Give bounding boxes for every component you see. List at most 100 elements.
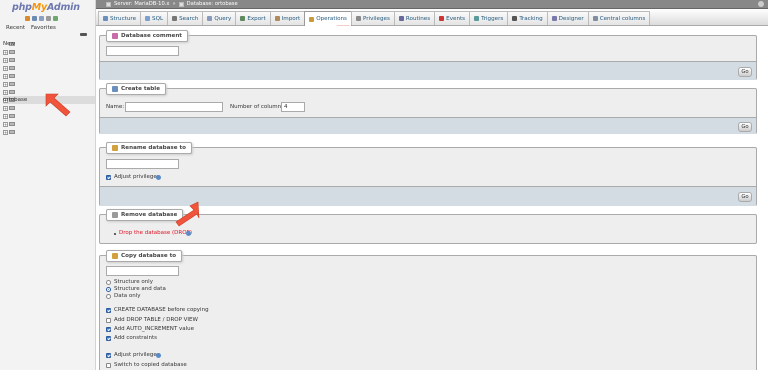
tab-search[interactable]: Search (167, 11, 204, 25)
logo-php: php (12, 2, 32, 13)
gear-icon[interactable] (758, 1, 764, 7)
data-only-label: Data only (114, 293, 141, 299)
database-icon (9, 82, 15, 86)
tab-sql[interactable]: SQL (140, 11, 169, 25)
breadcrumb-server[interactable]: Server: MariaDB-10.x (114, 1, 169, 7)
nav-tab-recent[interactable]: Recent (6, 25, 25, 31)
table-add-icon (112, 86, 118, 92)
drop-database-link[interactable]: Drop the database (DROP) (119, 230, 192, 236)
tab-tracking[interactable]: Tracking (507, 11, 548, 25)
home-icon[interactable] (25, 16, 30, 21)
tab-events[interactable]: Events (434, 11, 471, 25)
tab-central-columns[interactable]: Central columns (587, 11, 651, 25)
expand-icon[interactable]: + (3, 81, 8, 87)
database-tree: New + + + + + + + ortobase + + + + (3, 40, 95, 136)
help-icon[interactable] (156, 175, 161, 180)
go-button[interactable]: Go (738, 122, 752, 132)
pencil-icon (112, 145, 118, 151)
go-button[interactable]: Go (738, 192, 752, 202)
tree-item-db[interactable]: + (3, 56, 95, 64)
tab-query[interactable]: Query (202, 11, 237, 25)
columns-input[interactable]: 4 (281, 102, 305, 112)
add-auto-increment-label: Add AUTO_INCREMENT value (114, 326, 194, 332)
top-menu: Structure SQL Search Query Export Import Opera… (96, 9, 768, 26)
expand-icon[interactable]: + (3, 121, 8, 127)
tab-label: Privileges (362, 15, 390, 22)
create-database-checkbox[interactable] (106, 308, 111, 313)
tab-privileges[interactable]: Privileges (350, 11, 395, 25)
copy-database-section: Copy database to Structure only Structur… (99, 250, 757, 370)
copy-database-name-input[interactable] (106, 266, 179, 276)
tree-item-label: New (3, 41, 15, 47)
help-icon[interactable] (186, 231, 191, 236)
adjust-privileges-label: Adjust privileges (114, 174, 160, 180)
database-comment-input[interactable] (106, 46, 179, 56)
tab-label: Routines (405, 15, 431, 22)
expand-icon[interactable]: + (3, 57, 8, 63)
create-table-section: Create table Name: Number of columns: 4 … (99, 83, 757, 134)
tree-item-db[interactable]: + (3, 80, 95, 88)
adjust-privileges-checkbox[interactable] (106, 353, 111, 358)
section-title-label: Create table (121, 86, 161, 92)
expand-icon[interactable]: + (3, 65, 8, 71)
section-title-label: Database comment (121, 33, 182, 39)
logo-my: My (31, 2, 48, 13)
section-title: Database comment (106, 30, 188, 42)
section-title-label: Rename database to (121, 145, 187, 151)
tab-structure[interactable]: Structure (98, 11, 142, 25)
table-name-input[interactable] (125, 102, 223, 112)
database-icon (9, 114, 15, 118)
expand-icon[interactable]: + (3, 129, 8, 135)
main-content: Database comment Go Create table Name: N… (96, 26, 768, 370)
tree-item-db[interactable]: + (3, 128, 95, 136)
tab-import[interactable]: Import (269, 11, 306, 25)
add-constraints-checkbox[interactable] (106, 336, 111, 341)
data-only-radio[interactable] (106, 294, 111, 299)
breadcrumb-database[interactable]: Database: ortobase (187, 1, 238, 7)
expand-icon[interactable]: + (3, 113, 8, 119)
expand-icon[interactable]: + (3, 49, 8, 55)
structure-and-data-radio[interactable] (106, 287, 111, 292)
tab-routines[interactable]: Routines (393, 11, 436, 25)
reload-icon[interactable] (53, 16, 58, 21)
database-icon (9, 122, 15, 126)
logout-icon[interactable] (32, 16, 37, 21)
tracking-icon (512, 16, 518, 21)
tree-item-db[interactable]: + (3, 120, 95, 128)
nav-tab-favorites[interactable]: Favorites (31, 25, 56, 31)
tab-label: Designer (558, 15, 584, 22)
add-auto-increment-checkbox[interactable] (106, 327, 111, 332)
central-columns-icon (592, 16, 598, 21)
add-drop-table-checkbox[interactable] (106, 318, 111, 323)
settings-icon[interactable] (46, 16, 51, 21)
tree-item-db[interactable]: + (3, 64, 95, 72)
help-icon[interactable] (156, 353, 161, 358)
expand-icon[interactable]: + (3, 89, 8, 95)
tab-label: SQL (152, 15, 164, 22)
tree-item-db[interactable]: + (3, 48, 95, 56)
database-icon (9, 66, 15, 70)
expand-icon[interactable]: + (3, 105, 8, 111)
sql-icon (145, 16, 151, 21)
tree-item-new[interactable]: New (3, 40, 95, 48)
database-icon (9, 74, 15, 78)
tab-triggers[interactable]: Triggers (469, 11, 509, 25)
switch-to-copied-checkbox[interactable] (106, 363, 111, 368)
database-icon (9, 106, 15, 110)
go-button[interactable]: Go (738, 67, 752, 77)
expand-icon[interactable]: + (3, 73, 8, 79)
tab-export[interactable]: Export (235, 11, 271, 25)
tab-label: Search (179, 15, 199, 22)
tab-designer[interactable]: Designer (546, 11, 589, 25)
operations-icon (309, 16, 315, 22)
database-icon (178, 1, 184, 7)
docs-icon[interactable] (39, 16, 44, 21)
section-title: Rename database to (106, 142, 193, 154)
tree-item-db[interactable]: + (3, 72, 95, 80)
new-database-name-input[interactable] (106, 159, 179, 169)
collapse-all-icon[interactable] (80, 33, 87, 36)
add-drop-table-label: Add DROP TABLE / DROP VIEW (114, 317, 198, 323)
adjust-privileges-checkbox[interactable] (106, 175, 111, 180)
structure-only-radio[interactable] (106, 280, 111, 285)
phpmyadmin-logo[interactable]: phpMyAdmin (12, 2, 80, 13)
